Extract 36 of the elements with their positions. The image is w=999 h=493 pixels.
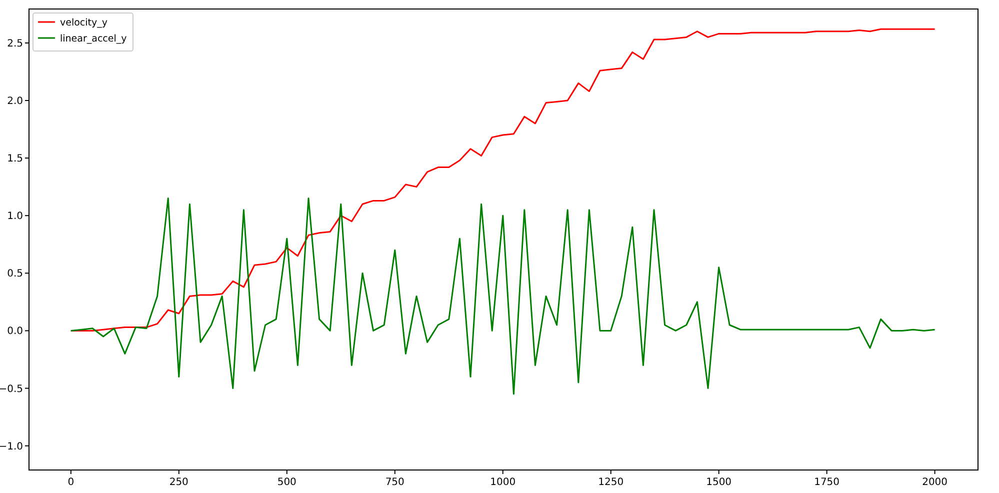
- tick-mark: [24, 158, 30, 159]
- tick-mark: [718, 470, 720, 474]
- tick-mark: [24, 445, 30, 446]
- tick-mark: [394, 470, 396, 474]
- y-tick-label: 0.0: [7, 326, 23, 338]
- tick-mark: [24, 272, 30, 274]
- x-tick-label: 0: [68, 477, 74, 488]
- legend-label: linear_accel_y: [60, 34, 127, 44]
- x-tick-label: 1250: [598, 477, 624, 488]
- y-tick-label: 2.5: [7, 38, 23, 50]
- legend-label: velocity_y: [60, 18, 108, 28]
- x-tick-label: 1500: [706, 477, 732, 488]
- tick-mark: [826, 470, 828, 474]
- y-tick-label: −1.0: [0, 441, 23, 452]
- tick-mark: [502, 470, 504, 474]
- tick-mark: [934, 470, 936, 474]
- x-tick-label: 1750: [814, 477, 840, 488]
- y-tick-label: 1.5: [7, 154, 23, 165]
- y-tick-label: 1.0: [7, 211, 23, 222]
- tick-mark: [610, 470, 612, 474]
- tick-mark: [286, 470, 288, 474]
- x-tick-label: 2000: [922, 477, 948, 488]
- tick-mark: [24, 388, 30, 389]
- y-tick-label: 2.0: [7, 96, 23, 107]
- tick-mark: [178, 470, 180, 474]
- tick-mark: [24, 330, 30, 332]
- x-tick-label: 500: [277, 477, 296, 488]
- x-tick-label: 750: [385, 477, 404, 488]
- tick-mark: [24, 100, 30, 101]
- tick-mark: [70, 470, 72, 474]
- y-tick-label: 0.5: [7, 268, 23, 280]
- tick-mark: [24, 215, 30, 216]
- tick-mark: [24, 42, 30, 44]
- y-tick-label: −0.5: [0, 384, 23, 395]
- x-tick-label: 1000: [490, 477, 516, 488]
- x-tick-label: 250: [169, 477, 188, 488]
